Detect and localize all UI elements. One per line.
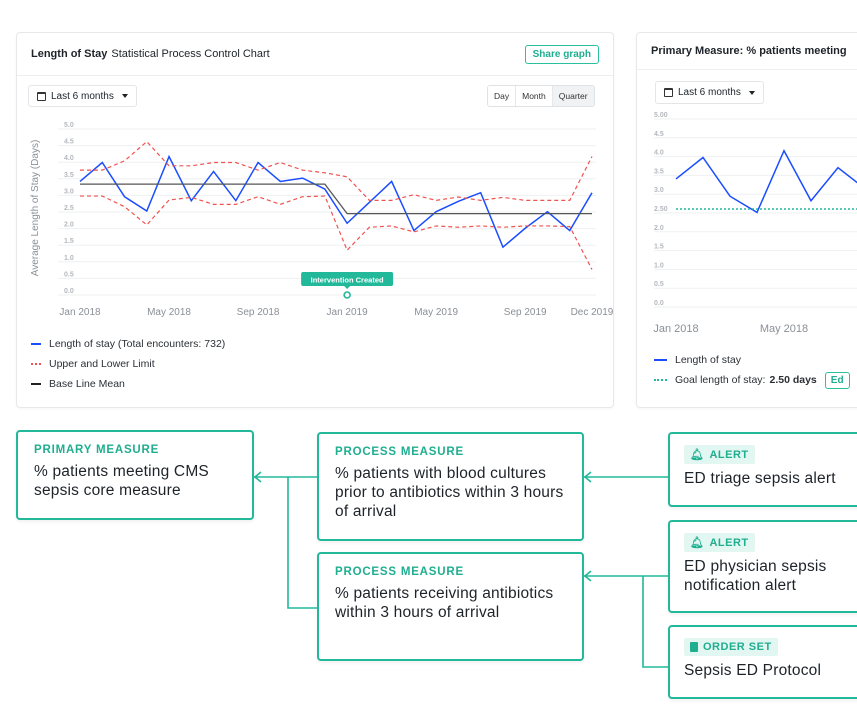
order-set-node[interactable]: ORDER SET Sepsis ED Protocol <box>668 625 857 699</box>
process-measure-node[interactable]: PROCESS MEASURE % patients with blood cu… <box>317 432 584 541</box>
node-kind: ALERT <box>709 536 749 549</box>
node-tag: 🔔︎ ALERT <box>684 445 755 464</box>
node-tag: 🔔︎ ALERT <box>684 533 755 552</box>
node-text: ED physician sepsis notification alert <box>684 558 827 594</box>
node-kind: ALERT <box>709 448 749 461</box>
node-tag: ORDER SET <box>684 638 778 656</box>
bell-icon: 🔔︎ <box>690 537 705 549</box>
node-kind: PRIMARY MEASURE <box>34 444 160 456</box>
node-kind: PROCESS MEASURE <box>335 566 464 578</box>
connector-line <box>287 477 318 609</box>
connector-line <box>642 576 669 668</box>
alert-node[interactable]: 🔔︎ ALERT ED physician sepsis notification… <box>668 520 857 613</box>
node-text: % patients receiving antibiotics within … <box>335 585 554 621</box>
process-measure-node[interactable]: PROCESS MEASURE % patients receiving ant… <box>317 552 584 661</box>
node-text: Sepsis ED Protocol <box>684 662 822 679</box>
node-text: % patients with blood cultures prior to … <box>335 465 564 520</box>
node-kind: PROCESS MEASURE <box>335 446 464 458</box>
node-kind: ORDER SET <box>703 641 772 653</box>
node-text: % patients meeting CMS sepsis core measu… <box>34 463 209 499</box>
alert-node[interactable]: 🔔︎ ALERT ED triage sepsis alert <box>668 432 857 507</box>
primary-measure-node[interactable]: PRIMARY MEASURE % patients meeting CMS s… <box>16 430 254 520</box>
node-text: ED triage sepsis alert <box>684 470 836 487</box>
bell-icon: 🔔︎ <box>690 449 705 461</box>
clipboard-icon <box>690 642 698 652</box>
